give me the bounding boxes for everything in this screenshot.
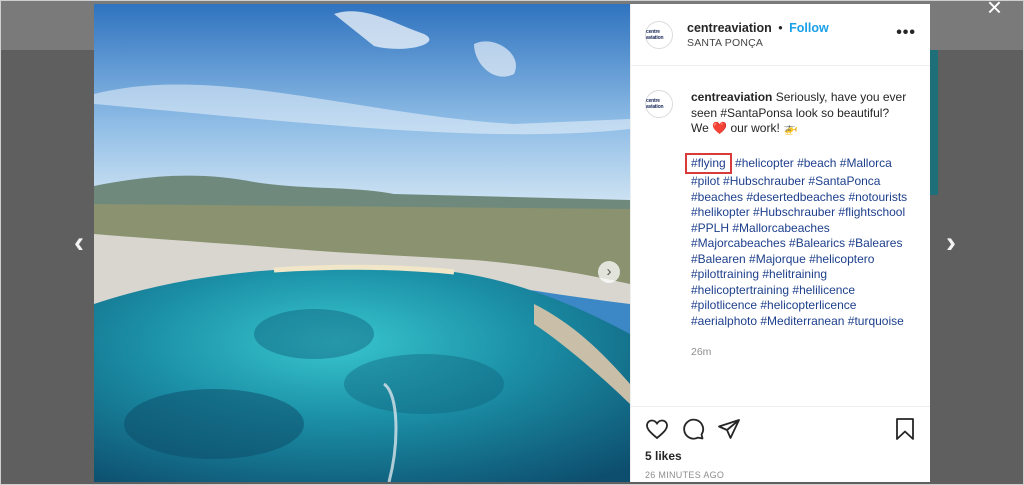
caption-avatar[interactable]: centre aviation xyxy=(645,90,673,118)
caption-our-work: our work! xyxy=(730,121,780,135)
carousel-next-button[interactable]: › xyxy=(598,261,620,283)
helicopter-emoji-icon: 🚁 xyxy=(783,121,799,135)
location-link[interactable]: SANTA PONÇA xyxy=(687,37,829,49)
username-link[interactable]: centreaviation xyxy=(687,21,772,35)
like-heart-icon[interactable] xyxy=(645,417,669,441)
heart-emoji-icon: ❤️ xyxy=(712,121,728,135)
previous-post-arrow[interactable]: ‹ xyxy=(74,228,84,258)
separator-dot: • xyxy=(778,20,783,35)
hashtags-text[interactable]: #helicopter #beach #Mallorca #pilot #Hub… xyxy=(691,156,907,328)
more-options-icon[interactable]: ••• xyxy=(896,24,916,42)
post-image[interactable]: › xyxy=(94,4,630,482)
follow-button[interactable]: Follow xyxy=(789,21,829,35)
share-icon[interactable] xyxy=(717,417,741,441)
caption-we: We xyxy=(691,121,709,135)
avatar-logo: centre aviation xyxy=(646,28,664,41)
post-header: centre aviation centreaviation • Follow … xyxy=(631,4,930,66)
save-bookmark-icon[interactable] xyxy=(894,417,916,441)
next-post-arrow[interactable]: › xyxy=(946,228,956,258)
likes-count[interactable]: 5 likes xyxy=(645,449,916,463)
avatar[interactable]: centre aviation xyxy=(645,20,673,49)
aerial-photo xyxy=(94,4,630,482)
comment-icon[interactable] xyxy=(681,417,705,441)
caption-username[interactable]: centreaviation xyxy=(691,90,772,104)
caption: centre aviation centreaviation Seriously… xyxy=(645,90,915,361)
close-modal-button[interactable]: × xyxy=(987,0,1002,20)
hashtag-list: #flying #helicopter #beach #Mallorca #pi… xyxy=(685,152,915,330)
caption-timestamp: 26m xyxy=(691,346,712,358)
post-time-ago: 26 MINUTES AGO xyxy=(645,470,725,480)
post-sidebar: centre aviation centreaviation • Follow … xyxy=(630,4,930,482)
action-bar: 5 likes 26 MINUTES AGO xyxy=(631,406,930,480)
background-post-sliver xyxy=(930,50,938,195)
highlighted-hashtag-flying[interactable]: #flying xyxy=(685,152,732,174)
caption-avatar-logo: centre aviation xyxy=(646,98,664,110)
post-modal: › centre aviation centreaviation • Follo… xyxy=(94,4,930,482)
